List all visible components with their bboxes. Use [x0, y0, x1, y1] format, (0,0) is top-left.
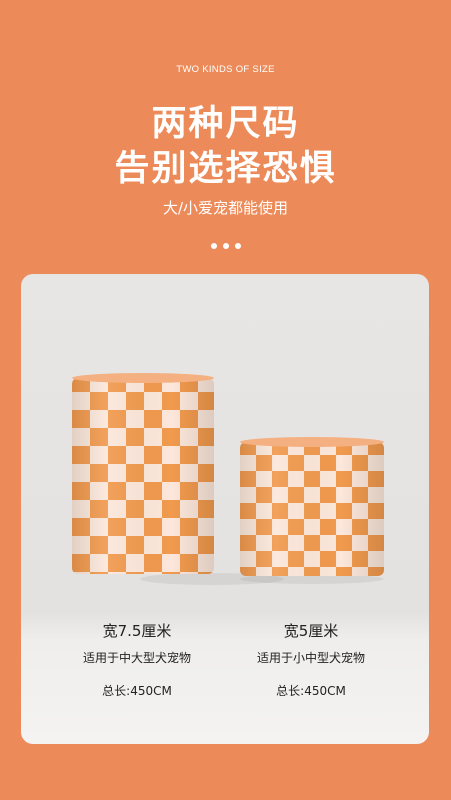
large-size-info: 宽7.5厘米 适用于中大型犬宠物 总长:450CM	[57, 620, 217, 699]
product-card: 宽7.5厘米 适用于中大型犬宠物 总长:450CM 宽5厘米 适用于小中型犬宠物…	[21, 274, 429, 744]
page-title-line-1: 两种尺码	[151, 104, 300, 144]
dot	[222, 243, 229, 249]
page-subtitle: 大/小爱宠都能使用	[162, 199, 289, 217]
eyebrow-text: TWO KINDS OF SIZE	[176, 64, 275, 75]
small-usage-text: 适用于小中型犬宠物	[256, 651, 365, 665]
dots-divider	[0, 234, 451, 253]
page-title-line-2: 告别选择恐惧	[114, 149, 337, 189]
large-length-text: 总长:450CM	[102, 684, 172, 698]
dot	[234, 243, 241, 249]
dot	[210, 243, 217, 249]
large-width-label: 宽7.5厘米	[102, 622, 172, 640]
small-size-info: 宽5厘米 适用于小中型犬宠物 总长:450CM	[231, 620, 391, 699]
product-photo	[72, 373, 384, 585]
small-length-text: 总长:450CM	[276, 684, 346, 698]
large-usage-text: 适用于中大型犬宠物	[82, 651, 191, 665]
small-width-label: 宽5厘米	[283, 622, 339, 640]
small-roll-image	[240, 437, 384, 584]
